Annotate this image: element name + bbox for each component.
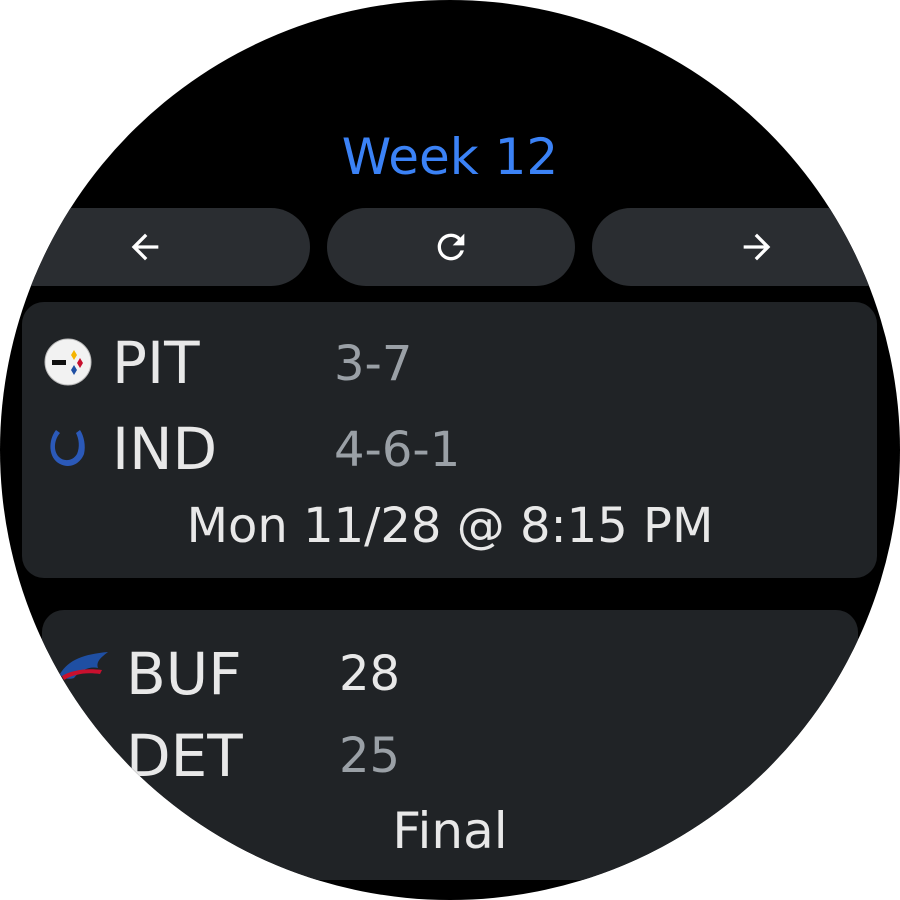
game-status: Mon 11/28 @ 8:15 PM <box>186 498 714 554</box>
game-card[interactable]: PIT 3-7 IND 4-6-1 Mon 11/28 @ 8:15 PM <box>22 302 877 578</box>
steelers-logo-icon <box>44 338 92 386</box>
colts-logo-icon <box>50 430 85 466</box>
arrow-left-icon <box>131 233 159 261</box>
team-abbr: DET <box>126 722 243 790</box>
previous-week-button[interactable] <box>0 208 310 286</box>
arrow-right-icon <box>743 233 771 261</box>
refresh-icon <box>437 233 465 261</box>
bills-logo-icon <box>60 652 108 680</box>
team-abbr: IND <box>112 415 218 483</box>
game-status: Final <box>392 802 508 860</box>
team-abbr: PIT <box>112 329 200 397</box>
game-card[interactable]: BUF 28 DET 25 Final <box>42 610 858 880</box>
team-score: 28 <box>339 646 401 702</box>
team-score: 25 <box>339 728 401 784</box>
week-title: Week 12 <box>341 128 559 186</box>
team-abbr: BUF <box>126 640 242 708</box>
team-record: 3-7 <box>334 336 413 392</box>
watch-screen: Week 12 PIT 3-7 IND 4-6-1 Mon 11/28 @ 8:… <box>0 0 900 900</box>
refresh-button[interactable] <box>327 208 575 286</box>
team-record: 4-6-1 <box>334 422 461 478</box>
next-week-button[interactable] <box>592 208 900 286</box>
